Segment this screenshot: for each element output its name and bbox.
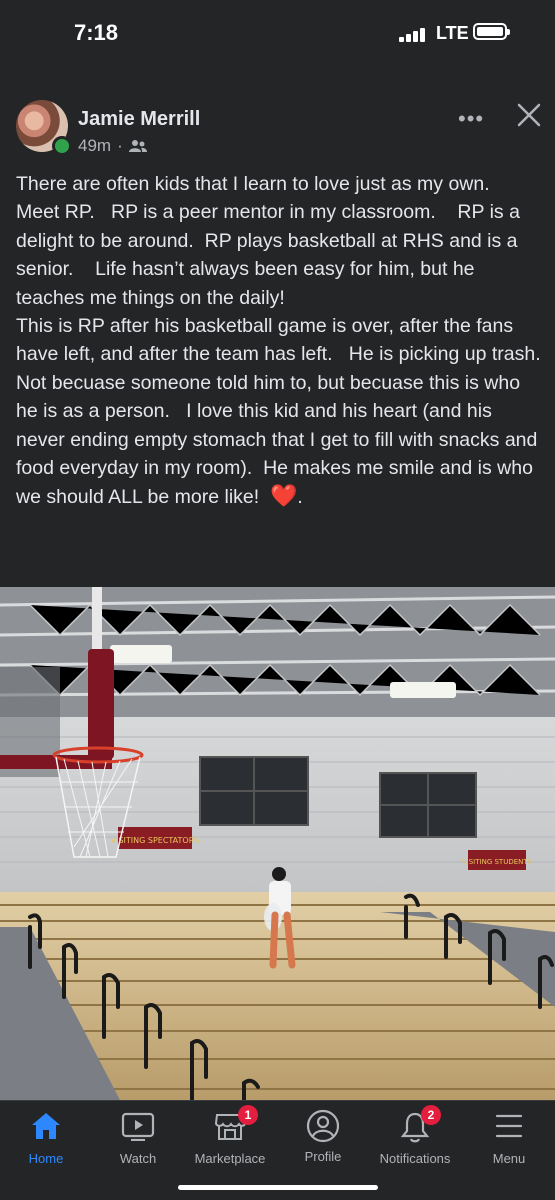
friends-icon	[128, 140, 147, 152]
network-type: LTE	[436, 23, 469, 43]
tab-watch[interactable]: Watch	[88, 1111, 188, 1171]
author-name[interactable]: Jamie Merrill	[78, 108, 200, 131]
post-body: There are often kids that I learn to lov…	[16, 173, 541, 509]
tab-label-profile: Profile	[304, 1149, 342, 1164]
tab-label-home: Home	[28, 1151, 64, 1166]
post-photo[interactable]: VISITING SPECTATORS VISITING STUDENTS	[0, 587, 555, 1100]
post-time[interactable]: 49m	[78, 136, 111, 156]
home-indicator	[178, 1185, 378, 1190]
tab-marketplace[interactable]: 1 Marketplace	[180, 1105, 280, 1171]
tab-menu[interactable]: Menu	[459, 1111, 555, 1171]
tab-label-watch: Watch	[119, 1151, 157, 1166]
sign-visiting-students: VISITING STUDENTS	[462, 858, 533, 866]
status-bar: 7:18 LTE	[0, 0, 555, 78]
online-status-icon	[52, 136, 72, 156]
post-meta: 49m ·	[78, 136, 147, 156]
marketplace-badge: 1	[238, 1105, 258, 1125]
tab-profile[interactable]: Profile	[273, 1109, 373, 1171]
tab-home[interactable]: Home	[0, 1111, 96, 1171]
tab-label-marketplace: Marketplace	[194, 1151, 266, 1166]
status-time: 7:18	[74, 20, 119, 45]
tab-label-notifications: Notifications	[379, 1151, 451, 1166]
heart-emoji: ❤️	[270, 483, 298, 509]
tab-label-menu: Menu	[492, 1151, 526, 1166]
more-options-icon[interactable]: •••	[458, 106, 484, 132]
profile-icon	[306, 1109, 340, 1143]
post-text: There are often kids that I learn to lov…	[16, 170, 544, 512]
sign-visiting-spectators: VISITING SPECTATORS	[111, 836, 200, 845]
meta-separator: ·	[117, 136, 123, 155]
watch-icon	[121, 1112, 155, 1141]
tab-notifications[interactable]: 2 Notifications	[365, 1105, 465, 1171]
battery-icon	[473, 23, 510, 40]
post-text-end: .	[297, 486, 303, 509]
close-icon[interactable]	[514, 100, 544, 130]
home-icon	[32, 1113, 60, 1139]
signal-icon	[399, 26, 431, 42]
post-header: Jamie Merrill 49m · •••	[0, 78, 555, 168]
menu-icon	[495, 1114, 523, 1138]
notifications-badge: 2	[421, 1105, 441, 1125]
